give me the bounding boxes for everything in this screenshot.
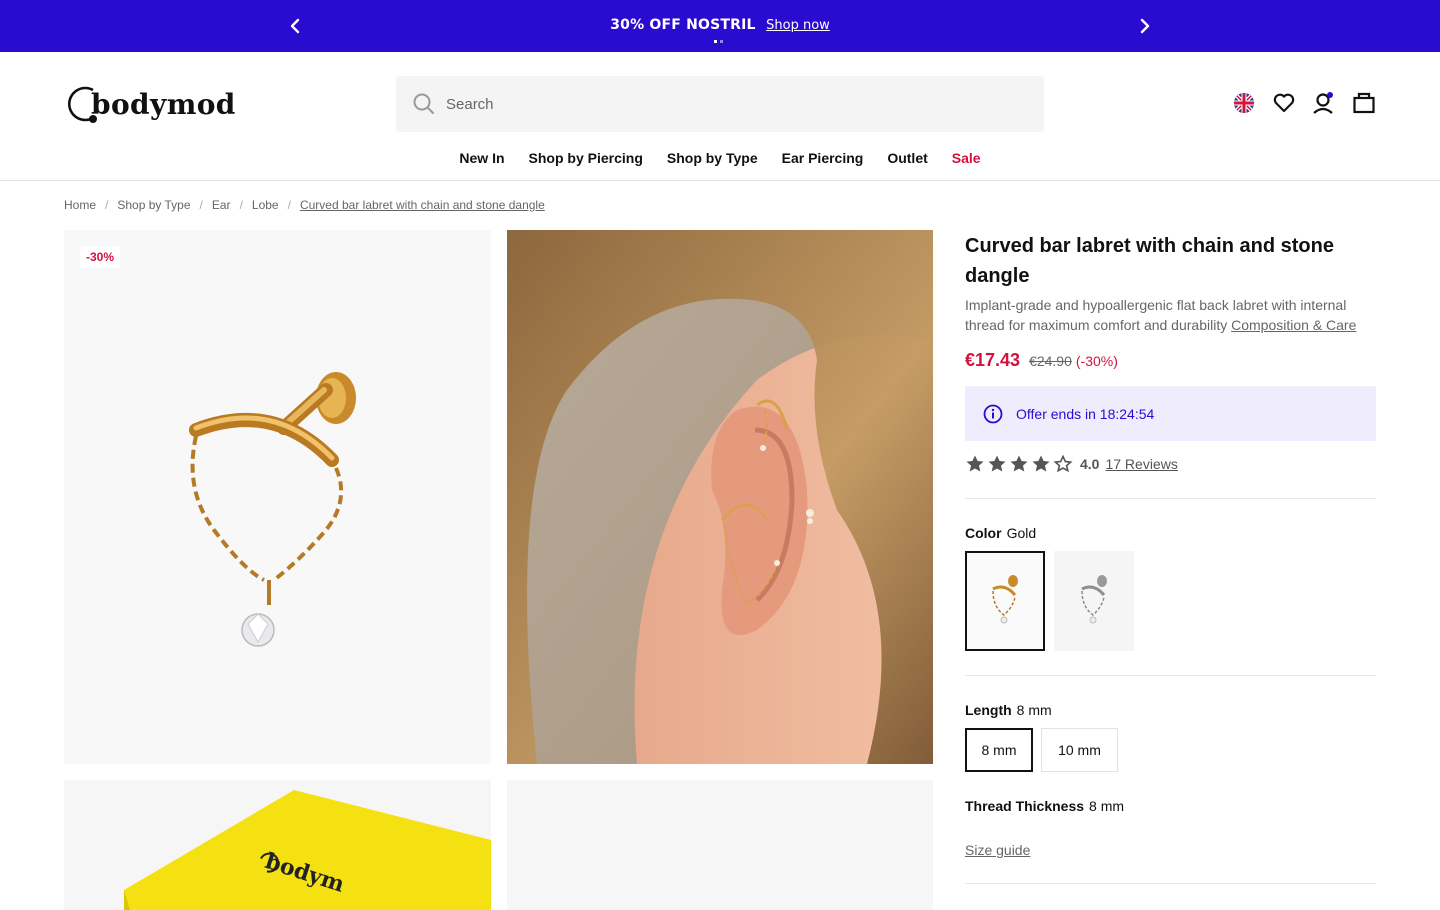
- nav-shop-by-piercing[interactable]: Shop by Piercing: [529, 150, 643, 170]
- color-value: Gold: [1006, 525, 1037, 541]
- thread-label-row: Thread Thickness 8 mm: [965, 798, 1124, 814]
- product-image-model[interactable]: [507, 230, 933, 764]
- main-nav: New In Shop by Piercing Shop by Type Ear…: [0, 150, 1440, 170]
- offer-banner: Offer ends in 18:24:54: [965, 386, 1376, 441]
- color-label: Color: [965, 525, 1002, 541]
- discount-badge: -30%: [80, 246, 121, 268]
- promo-headline: 30% OFF NOSTRIL: [610, 17, 756, 33]
- product-title: Curved bar labret with chain and stone d…: [965, 235, 1334, 287]
- logo-wordmark: bodymod: [91, 87, 236, 121]
- rating-stars: [965, 454, 1073, 474]
- search-icon: [413, 93, 434, 114]
- user-icon[interactable]: [1312, 91, 1336, 115]
- star-empty-icon: [1053, 454, 1073, 473]
- bag-icon[interactable]: [1352, 91, 1376, 115]
- color-label-row: Color Gold: [965, 525, 1036, 541]
- star-filled-icon: [1032, 455, 1050, 472]
- price-current: €17.43: [965, 350, 1021, 370]
- length-label: Length: [965, 702, 1012, 718]
- color-swatch-gold[interactable]: [965, 551, 1045, 651]
- promo-pagination: [714, 40, 723, 43]
- heart-icon[interactable]: [1272, 91, 1296, 115]
- promo-shop-now-link[interactable]: Shop now: [766, 18, 830, 33]
- length-label-row: Length 8 mm: [965, 702, 1052, 718]
- composition-care-link[interactable]: Composition & Care: [1231, 317, 1356, 333]
- product-image-box[interactable]: bodym: [64, 780, 491, 910]
- price-original: €24.90: [1029, 353, 1072, 369]
- offer-countdown: Offer ends in 18:24:54: [1016, 405, 1155, 422]
- breadcrumb-shop-by-type[interactable]: Shop by Type: [117, 198, 190, 212]
- chevron-right-icon[interactable]: [1133, 14, 1157, 38]
- breadcrumb-lobe[interactable]: Lobe: [252, 198, 279, 212]
- search-input[interactable]: [446, 95, 1006, 113]
- header-actions: [1232, 91, 1376, 115]
- product-description: Implant-grade and hypoallergenic flat ba…: [965, 295, 1376, 335]
- divider: [965, 675, 1376, 676]
- star-filled-icon: [988, 455, 1006, 472]
- nav-new-in[interactable]: New In: [459, 150, 504, 170]
- divider: [965, 498, 1376, 499]
- breadcrumb: Home / Shop by Type / Ear / Lobe / Curved ba…: [64, 198, 545, 212]
- product-image-4[interactable]: [507, 780, 933, 910]
- promo-bar: 30% OFF NOSTRIL Shop now: [0, 0, 1440, 52]
- thread-label: Thread Thickness: [965, 798, 1085, 814]
- length-option-10mm[interactable]: 10 mm: [1041, 728, 1118, 772]
- star-filled-icon: [966, 455, 984, 472]
- product-image-main[interactable]: [64, 230, 491, 764]
- rating-block: 4.0 17 Reviews: [965, 454, 1178, 474]
- price-discount: (-30%): [1075, 353, 1118, 369]
- rating-score: 4.0: [1080, 456, 1100, 472]
- breadcrumb-current[interactable]: Curved bar labret with chain and stone d…: [300, 198, 545, 212]
- header-divider: [0, 180, 1440, 181]
- bodymod-logo[interactable]: bodymod: [63, 82, 236, 126]
- price-block: €17.43 €24.90 (-30%): [965, 350, 1118, 371]
- nav-outlet[interactable]: Outlet: [887, 150, 927, 170]
- length-value: 8 mm: [1016, 702, 1052, 718]
- breadcrumb-home[interactable]: Home: [64, 198, 96, 212]
- promo-message: 30% OFF NOSTRIL Shop now: [0, 17, 1440, 33]
- star-filled-icon: [1010, 455, 1028, 472]
- info-icon: [983, 404, 1003, 423]
- nav-ear-piercing[interactable]: Ear Piercing: [782, 150, 864, 170]
- search-bar[interactable]: [396, 76, 1044, 132]
- uk-flag-icon[interactable]: [1232, 91, 1256, 115]
- reviews-link[interactable]: 17 Reviews: [1105, 456, 1177, 472]
- breadcrumb-ear[interactable]: Ear: [212, 198, 231, 212]
- color-swatch-silver[interactable]: [1054, 551, 1134, 651]
- size-guide-link[interactable]: Size guide: [965, 842, 1030, 858]
- nav-sale[interactable]: Sale: [952, 150, 981, 170]
- nav-shop-by-type[interactable]: Shop by Type: [667, 150, 758, 170]
- thread-value: 8 mm: [1089, 798, 1125, 814]
- length-option-8mm[interactable]: 8 mm: [965, 728, 1033, 772]
- divider: [965, 883, 1376, 884]
